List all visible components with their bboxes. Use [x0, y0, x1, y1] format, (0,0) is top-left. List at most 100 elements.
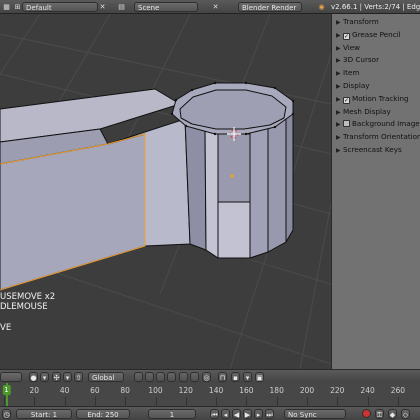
mode-select[interactable]: [0, 372, 22, 382]
disclosure-triangle-icon[interactable]: ▶: [336, 119, 343, 131]
panel-screencast-keys[interactable]: ▶ Screencast Keys: [332, 144, 420, 157]
info-header: ▦ ⊞ Default ✕ ▤ Scene ✕ Blender Render ◉…: [0, 0, 420, 14]
layer-toggle-icon-4[interactable]: [167, 372, 176, 382]
disclosure-triangle-icon[interactable]: ▶: [336, 55, 343, 67]
layer-toggle-icon-3[interactable]: [156, 372, 165, 382]
scene-icon[interactable]: ▤: [116, 2, 127, 12]
layer-toggle-icon-6[interactable]: [190, 372, 199, 382]
layer-toggle-icon-5[interactable]: [179, 372, 188, 382]
checkbox[interactable]: ✓: [343, 32, 350, 40]
timeline-tick-label: 60: [90, 386, 100, 395]
timeline-tick: [185, 397, 187, 406]
panel-view[interactable]: ▶ View: [332, 42, 420, 55]
record-icon[interactable]: [362, 409, 371, 418]
timeline-ruler[interactable]: 20 40 60 80 100 120 140 160 180 200 220 240 260 1: [0, 383, 420, 406]
prev-key-icon[interactable]: ◂: [221, 409, 230, 419]
snap-element-icon[interactable]: ▪: [231, 372, 240, 382]
playhead-frame-label: 1: [2, 385, 11, 395]
pivot-dropdown-icon[interactable]: ▾: [63, 372, 72, 382]
timeline-tick-label: 140: [208, 386, 224, 395]
disclosure-triangle-icon[interactable]: ▶: [336, 107, 343, 119]
panel-transform[interactable]: ▶ Transform: [332, 16, 420, 29]
shading-icon[interactable]: ●: [29, 372, 38, 382]
viewport-header: ● ▾ ✣ ▾ ⇧ Global ◎ ⊓ ▪ ▾ ▣: [0, 369, 420, 383]
properties-panel: ▶ Transform ▶ ✓ Grease Pencil ▶ View ▶ 3D Cursor…: [331, 14, 420, 369]
panel-label: Background Images: [352, 119, 420, 129]
disclosure-triangle-icon[interactable]: ▶: [336, 94, 343, 106]
timeline-tick-label: 200: [299, 386, 315, 395]
timeline-tick-label: 220: [330, 386, 345, 395]
pivot-icon[interactable]: ✣: [52, 372, 61, 382]
viewport-canvas[interactable]: [0, 14, 331, 369]
panel-label: Display: [343, 81, 370, 90]
screencast-line-1: USEMOVE x2: [0, 292, 56, 302]
timeline-tick-label: 80: [120, 386, 130, 395]
screencast-line-2: DLEMOUSE: [0, 302, 48, 312]
keying-set-icon[interactable]: ⚿: [375, 409, 384, 419]
scene-stats: v2.66.1 | Verts:2/74 | Edges: [331, 3, 420, 11]
3d-viewport[interactable]: USEMOVE x2 DLEMOUSE VE: [0, 14, 331, 369]
snap-icon[interactable]: ⊓: [218, 372, 227, 382]
timeline-tick-label: 100: [148, 386, 163, 395]
object-origin-icon: [230, 174, 234, 178]
screencast-line-3: VE: [0, 323, 12, 333]
manipulator-icon[interactable]: ⇧: [74, 372, 83, 382]
grid-icon[interactable]: ▦: [1, 2, 12, 12]
jump-start-icon[interactable]: ⏮: [210, 409, 219, 419]
panel-motion-tracking[interactable]: ▶ ✓ Motion Tracking: [332, 93, 420, 106]
layer-toggle-icon[interactable]: [134, 372, 143, 382]
shading-dropdown-icon[interactable]: ▾: [40, 372, 49, 382]
disclosure-triangle-icon[interactable]: ▶: [336, 81, 343, 93]
timeline-tick: [125, 397, 127, 406]
panel-grease-pencil[interactable]: ▶ ✓ Grease Pencil: [332, 29, 420, 42]
play-icon[interactable]: ▶: [243, 409, 252, 419]
keyframe-delete-icon[interactable]: ◇: [401, 409, 410, 419]
disclosure-triangle-icon[interactable]: ▶: [336, 132, 343, 144]
panel-background-images[interactable]: ▶ Background Images: [332, 118, 420, 131]
disclosure-triangle-icon[interactable]: ▶: [336, 17, 343, 29]
checkbox[interactable]: ✓: [343, 96, 350, 104]
checkbox[interactable]: [343, 120, 350, 128]
panel-display[interactable]: ▶ Display: [332, 80, 420, 93]
disclosure-triangle-icon[interactable]: ▶: [336, 43, 343, 55]
timeline-tick: [34, 397, 36, 406]
panel-item[interactable]: ▶ Item: [332, 67, 420, 80]
blender-logo-icon: ◉: [318, 3, 325, 11]
panel-label: 3D Cursor: [343, 55, 380, 65]
play-reverse-icon[interactable]: ◀: [232, 409, 241, 419]
layout-select[interactable]: Default: [22, 2, 98, 12]
panel-mesh-display[interactable]: ▶ Mesh Display: [332, 106, 420, 119]
jump-end-icon[interactable]: ⏭: [265, 409, 274, 419]
panel-label: Grease Pencil: [352, 29, 401, 39]
timeline-tick: [64, 397, 66, 406]
timeline-tick-label: 120: [178, 386, 193, 395]
keyframe-icon[interactable]: ◆: [388, 409, 397, 419]
scene-close-icon[interactable]: ✕: [211, 2, 220, 12]
disclosure-triangle-icon[interactable]: ▶: [336, 145, 343, 157]
panel-3d-cursor[interactable]: ▶ 3D Cursor: [332, 54, 420, 67]
render-engine-value: Blender Render: [242, 4, 297, 12]
panel-label: Item: [343, 68, 360, 78]
scene-select[interactable]: Scene: [134, 2, 198, 12]
render-engine-select[interactable]: Blender Render: [238, 2, 302, 12]
panel-transform-orientations[interactable]: ▶ Transform Orientations: [332, 131, 420, 144]
timeline-tick: [94, 397, 96, 406]
next-key-icon[interactable]: ▸: [254, 409, 263, 419]
disclosure-triangle-icon[interactable]: ▶: [336, 68, 343, 80]
timeline-editor-icon[interactable]: ◷: [2, 409, 11, 419]
layout-close-icon[interactable]: ✕: [98, 2, 107, 12]
layer-toggle-icon-2[interactable]: [145, 372, 154, 382]
disclosure-triangle-icon[interactable]: ▶: [336, 30, 343, 42]
timeline-tick: [307, 397, 308, 406]
snap-target-icon[interactable]: ▾: [243, 372, 252, 382]
sync-select[interactable]: No Sync: [284, 409, 346, 419]
orientation-select[interactable]: Global: [88, 372, 124, 382]
panel-label: Transform Orientations: [343, 132, 420, 142]
timeline-tick: [276, 397, 278, 406]
start-frame-field[interactable]: Start: 1: [16, 409, 72, 419]
layout-value: Default: [26, 4, 52, 12]
current-frame-field[interactable]: 1: [148, 409, 196, 419]
proportional-edit-icon[interactable]: ◎: [202, 372, 211, 382]
render-preview-icon[interactable]: ▣: [255, 372, 264, 382]
end-frame-field[interactable]: End: 250: [76, 409, 130, 419]
